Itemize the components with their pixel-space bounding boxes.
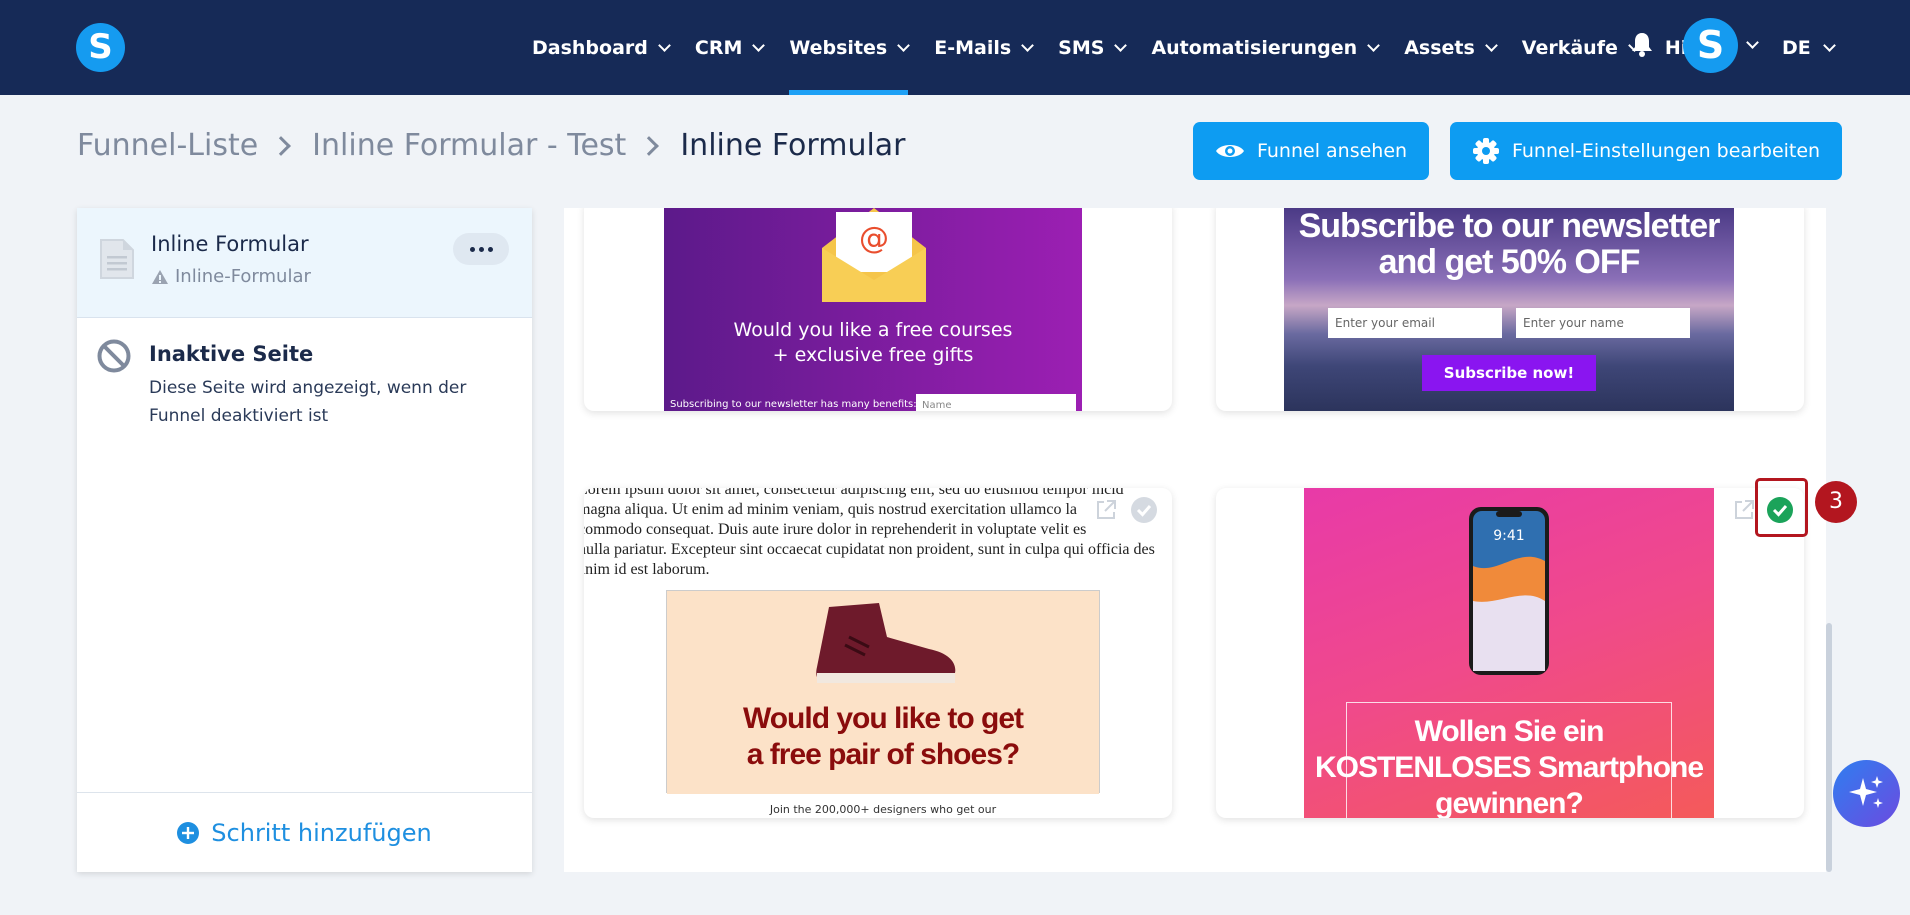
template-banner: Would you like to get a free pair of sho… bbox=[667, 591, 1099, 794]
nav-assets[interactable]: Assets bbox=[1404, 0, 1498, 95]
template-preview: Would you like to get a free pair of sho… bbox=[666, 590, 1100, 816]
button-label: Funnel ansehen bbox=[1257, 140, 1408, 162]
template-title: Subscribe to our newsletter and get 50% … bbox=[1298, 208, 1721, 281]
nav-emails[interactable]: E-Mails bbox=[934, 0, 1035, 95]
step-type-label: Inline-Formular bbox=[175, 266, 311, 287]
nav-label: CRM bbox=[694, 36, 743, 59]
chevron-down-icon bbox=[752, 38, 766, 52]
warning-icon bbox=[152, 269, 168, 284]
eye-icon bbox=[1216, 145, 1244, 157]
check-circle-icon[interactable] bbox=[1130, 496, 1158, 524]
chevron-down-icon bbox=[658, 38, 671, 52]
more-options-icon[interactable] bbox=[453, 233, 509, 265]
step-title: Inline Formular bbox=[151, 232, 309, 256]
add-step-label: Schritt hinzufügen bbox=[211, 818, 432, 847]
template-headline: Wollen Sie ein KOSTENLOSES Smartphone ge… bbox=[1314, 715, 1704, 818]
step-inline-formular[interactable]: Inline Formular Inline-Formular bbox=[77, 208, 532, 318]
template-name-field: Name bbox=[916, 394, 1076, 411]
template-email-field: Enter your email bbox=[1328, 308, 1502, 338]
language-selector[interactable]: DE bbox=[1782, 0, 1836, 95]
template-card-free-courses[interactable]: @ Would you like a free courses + exclus… bbox=[584, 208, 1172, 411]
template-subscribe-button: Subscribe now! bbox=[1422, 355, 1596, 391]
add-step-button[interactable]: Schritt hinzufügen bbox=[77, 792, 532, 872]
nav-automations[interactable]: Automatisierungen bbox=[1151, 0, 1381, 95]
view-funnel-button[interactable]: Funnel ansehen bbox=[1193, 122, 1430, 180]
nav-label: Websites bbox=[789, 36, 888, 59]
template-small-text: Join the 200,000+ designers who get our bbox=[769, 803, 997, 816]
envelope-icon: @ bbox=[822, 208, 926, 302]
chevron-right-icon bbox=[271, 135, 292, 156]
chevron-down-icon bbox=[897, 38, 911, 52]
chevron-down-icon bbox=[1822, 38, 1836, 52]
chevron-right-icon bbox=[639, 135, 660, 156]
nav-crm[interactable]: CRM bbox=[694, 0, 766, 95]
nav-dashboard[interactable]: Dashboard bbox=[532, 0, 671, 95]
chevron-down-icon bbox=[1114, 38, 1128, 52]
template-text: Would you like a free courses + exclusiv… bbox=[733, 319, 1013, 366]
nav-label: SMS bbox=[1058, 36, 1105, 59]
plus-circle-icon bbox=[177, 821, 200, 844]
svg-text:9:41: 9:41 bbox=[1493, 528, 1524, 544]
breadcrumb-current-step: Inline Formular bbox=[680, 128, 906, 163]
breadcrumb-funnel[interactable]: Inline Formular - Test bbox=[312, 128, 626, 163]
chevron-down-icon[interactable] bbox=[1746, 36, 1759, 49]
template-preview: 9:41 Wollen Sie ein KOSTENLOSES Smartpho… bbox=[1304, 488, 1714, 818]
nav-label: Automatisierungen bbox=[1151, 36, 1358, 59]
language-label: DE bbox=[1782, 36, 1811, 59]
scrollbar[interactable] bbox=[1826, 208, 1832, 872]
shoe-icon bbox=[816, 603, 956, 683]
template-gallery: @ Would you like a free courses + exclus… bbox=[564, 208, 1832, 872]
nav-label: Dashboard bbox=[532, 36, 648, 59]
nav-label: Assets bbox=[1404, 36, 1475, 59]
app-logo[interactable]: S bbox=[76, 23, 125, 72]
nav-label: E-Mails bbox=[934, 36, 1012, 59]
template-card-newsletter[interactable]: Subscribe to our newsletter and get 50% … bbox=[1216, 208, 1804, 411]
template-preview: Subscribe to our newsletter and get 50% … bbox=[1284, 208, 1734, 411]
breadcrumb-funnel-list[interactable]: Funnel-Liste bbox=[77, 128, 258, 163]
funnel-steps-panel: Inline Formular Inline-Formular Inaktive… bbox=[77, 208, 532, 872]
nav-sales[interactable]: Verkäufe bbox=[1521, 0, 1641, 95]
disabled-icon bbox=[97, 339, 131, 373]
gear-icon bbox=[1473, 138, 1499, 164]
template-card-smartphone[interactable]: 9:41 Wollen Sie ein KOSTENLOSES Smartpho… bbox=[1216, 488, 1804, 818]
chevron-down-icon bbox=[1484, 38, 1498, 52]
user-avatar[interactable]: S bbox=[1683, 18, 1738, 73]
inactive-page-title[interactable]: Inaktive Seite bbox=[149, 342, 313, 366]
external-link-icon[interactable] bbox=[1094, 498, 1118, 522]
sparkle-icon bbox=[1849, 776, 1883, 808]
step-type: Inline-Formular bbox=[151, 266, 311, 287]
template-name-field: Enter your name bbox=[1516, 308, 1690, 338]
bell-icon[interactable] bbox=[1631, 31, 1653, 57]
annotation-step-badge: 3 bbox=[1815, 481, 1857, 523]
nav-sms[interactable]: SMS bbox=[1058, 0, 1128, 95]
main-nav: Dashboard CRM Websites E-Mails SMS Autom… bbox=[532, 0, 1741, 95]
template-preview: @ Would you like a free courses + exclus… bbox=[664, 208, 1082, 411]
template-headline: Would you like to get a free pair of sho… bbox=[742, 702, 1024, 771]
button-label: Funnel-Einstellungen bearbeiten bbox=[1512, 140, 1821, 162]
template-lorem-text: Lorem ipsum dolor sit amet, consectetur … bbox=[584, 488, 1155, 578]
edit-funnel-settings-button[interactable]: Funnel-Einstellungen bearbeiten bbox=[1450, 122, 1843, 180]
external-link-icon[interactable] bbox=[1732, 498, 1756, 522]
annotation-highlight bbox=[1755, 478, 1808, 537]
document-icon bbox=[100, 239, 134, 279]
breadcrumb: Funnel-Liste Inline Formular - Test Inli… bbox=[77, 128, 906, 163]
ai-assistant-button[interactable] bbox=[1833, 760, 1900, 827]
nav-websites[interactable]: Websites bbox=[789, 0, 911, 95]
smartphone-icon: 9:41 bbox=[1469, 507, 1549, 675]
top-navigation: S Dashboard CRM Websites E-Mails SMS Aut… bbox=[0, 0, 1910, 95]
nav-label: Verkäufe bbox=[1521, 36, 1618, 59]
inactive-page-description: Diese Seite wird angezeigt, wenn der Fun… bbox=[149, 378, 467, 426]
scrollbar-thumb[interactable] bbox=[1826, 623, 1832, 872]
chevron-down-icon bbox=[1367, 38, 1381, 52]
svg-text:@: @ bbox=[859, 221, 889, 256]
template-benefits: Subscribing to our newsletter has many b… bbox=[670, 399, 917, 410]
template-card-shoes[interactable]: Lorem ipsum dolor sit amet, consectetur … bbox=[584, 488, 1172, 818]
chevron-down-icon bbox=[1021, 38, 1035, 52]
